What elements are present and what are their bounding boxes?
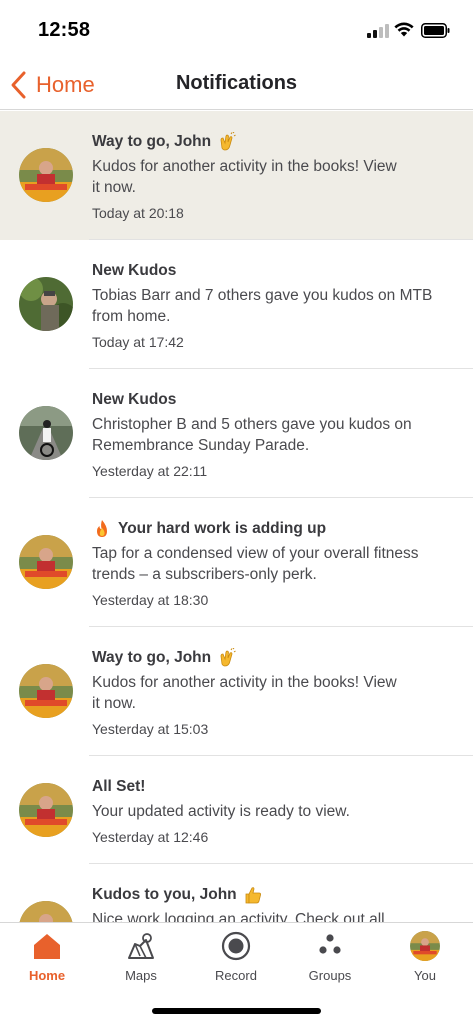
notification-item[interactable]: All Set! Your updated activity is ready …: [0, 756, 473, 864]
notification-title: Your hard work is adding up: [92, 519, 433, 539]
home-icon: [34, 934, 60, 959]
tab-label: Home: [28, 968, 66, 983]
tab-home[interactable]: Home: [0, 923, 94, 993]
notification-list[interactable]: Way to go, John Kudos for another activi…: [0, 111, 473, 922]
notification-item[interactable]: New Kudos Christopher B and 5 others gav…: [0, 369, 473, 498]
tab-label: Record: [215, 968, 257, 983]
notification-item[interactable]: Way to go, John Kudos for another activi…: [0, 627, 473, 756]
cellular-signal-icon: [367, 24, 389, 38]
avatar: [19, 783, 73, 837]
notification-title: New Kudos: [92, 262, 177, 279]
notification-item[interactable]: New Kudos Tobias Barr and 7 others gave …: [0, 240, 473, 369]
notification-time: Today at 20:18: [92, 205, 184, 221]
avatar: [19, 664, 73, 718]
notification-title: Way to go, John: [92, 648, 433, 668]
page-title: Notifications: [175, 72, 298, 94]
notification-body: Nice work logging an activity. Check out…: [92, 911, 385, 922]
status-bar: 12:58: [0, 0, 473, 60]
clapping-hands-icon: [220, 648, 236, 667]
record-icon: [221, 931, 251, 961]
notification-title: Way to go, John: [92, 132, 433, 152]
avatar: [19, 535, 73, 589]
home-indicator[interactable]: [152, 1008, 321, 1014]
notification-body: Tap for a condensed view of your overall…: [92, 545, 419, 583]
fire-icon: [97, 520, 107, 537]
avatar: [19, 277, 73, 331]
battery-icon: [421, 23, 450, 38]
thumbs-up-icon: [245, 887, 261, 904]
tab-bar: Home Maps Record Groups You: [0, 922, 473, 1024]
tab-maps[interactable]: Maps: [94, 923, 188, 993]
tab-you[interactable]: You: [378, 923, 472, 993]
tab-label: Groups: [308, 968, 352, 983]
notification-body: Tobias Barr and 7 others gave you kudos …: [92, 287, 433, 325]
notification-title: All Set!: [92, 778, 146, 795]
notification-item[interactable]: Your hard work is adding up Tap for a co…: [0, 498, 473, 627]
clapping-hands-icon: [220, 132, 236, 151]
notification-title: Kudos to you, John: [92, 885, 433, 905]
notification-body: Kudos for another activity in the books!…: [92, 674, 397, 712]
notification-title: New Kudos: [92, 391, 177, 408]
notification-body: Your updated activity is ready to view.: [92, 803, 350, 820]
notification-time: Yesterday at 15:03: [92, 721, 209, 737]
status-time: 12:58: [38, 19, 91, 41]
notification-time: Yesterday at 18:30: [92, 592, 209, 608]
notification-item[interactable]: Kudos to you, John Nice work logging an …: [0, 864, 473, 922]
tab-label: Maps: [125, 968, 157, 983]
notification-body: Christopher B and 5 others gave you kudo…: [92, 416, 412, 454]
groups-icon: [319, 934, 341, 954]
notification-body: Kudos for another activity in the books!…: [92, 158, 397, 196]
notification-time: Yesterday at 12:46: [92, 829, 209, 845]
tab-record[interactable]: Record: [189, 923, 283, 993]
nav-header: Home Notifications: [0, 60, 473, 110]
avatar: [19, 901, 73, 922]
notification-item[interactable]: Way to go, John Kudos for another activi…: [0, 111, 473, 240]
wifi-icon: [394, 22, 414, 37]
notification-time: Today at 17:42: [92, 334, 184, 350]
tab-groups[interactable]: Groups: [283, 923, 377, 993]
map-icon: [128, 933, 154, 959]
avatar: [19, 148, 73, 202]
tab-label: You: [414, 968, 436, 983]
avatar: [19, 406, 73, 460]
avatar: [410, 931, 440, 961]
notification-time: Yesterday at 22:11: [92, 463, 208, 479]
